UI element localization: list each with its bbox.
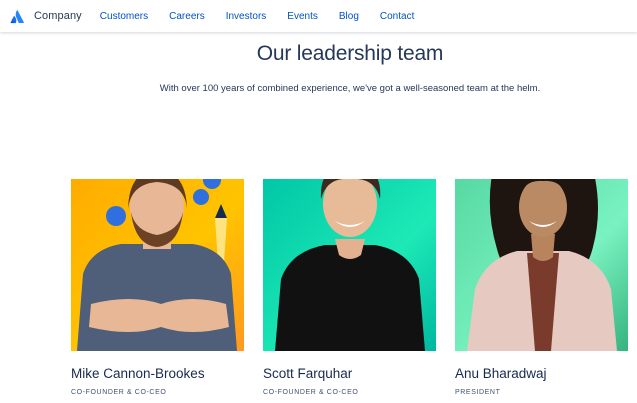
- top-navbar: Company Customers Careers Investors Even…: [0, 0, 637, 32]
- leader-name: Anu Bharadwaj: [455, 366, 547, 381]
- leader-name: Mike Cannon-Brookes: [71, 366, 205, 381]
- leader-photo: [455, 179, 628, 351]
- brand-logo[interactable]: Company: [10, 9, 82, 24]
- portrait-mike-icon: [77, 179, 237, 351]
- nav-link-careers[interactable]: Careers: [169, 11, 205, 22]
- leader-photo: [71, 179, 244, 351]
- page-title: Our leadership team: [256, 42, 444, 65]
- leader-name: Scott Farquhar: [263, 366, 353, 381]
- portrait-scott-icon: [275, 179, 425, 351]
- nav-link-blog[interactable]: Blog: [339, 11, 359, 22]
- nav-link-events[interactable]: Events: [287, 11, 318, 22]
- leader-role: CO-FOUNDER & CO-CEO: [263, 389, 359, 396]
- brand-name: Company: [34, 10, 82, 22]
- nav-link-contact[interactable]: Contact: [380, 11, 414, 22]
- leader-role: PRESIDENT: [455, 389, 501, 396]
- leader-role: CO-FOUNDER & CO-CEO: [71, 389, 167, 396]
- nav-link-customers[interactable]: Customers: [100, 11, 148, 22]
- atlassian-logo-icon: [10, 9, 24, 23]
- leader-photo: [263, 179, 436, 351]
- page-subtitle: With over 100 years of combined experien…: [159, 83, 541, 94]
- portrait-anu-icon: [467, 179, 617, 351]
- nav-links: Customers Careers Investors Events Blog …: [100, 11, 436, 22]
- nav-link-investors[interactable]: Investors: [226, 11, 267, 22]
